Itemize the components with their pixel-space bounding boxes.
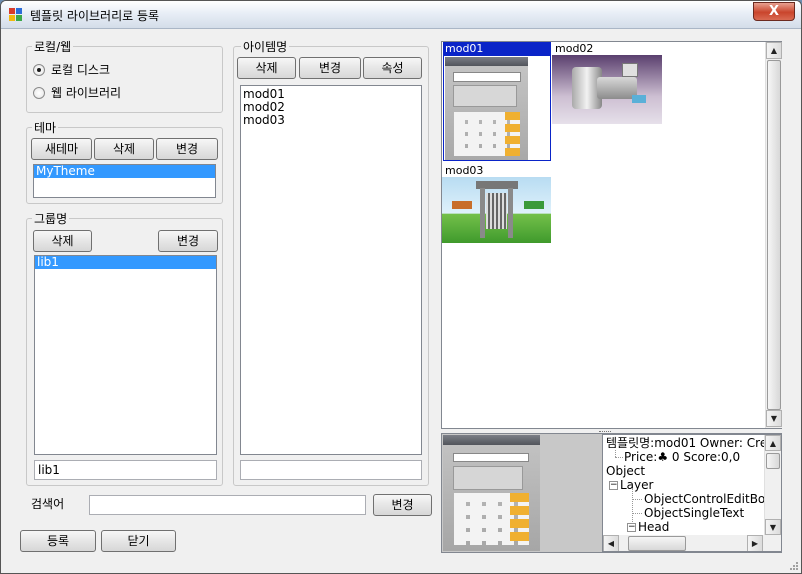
tree-scroll-up-button[interactable]: ▲ bbox=[765, 435, 781, 451]
calculator-thumbnail[interactable] bbox=[443, 55, 551, 161]
tree-node-singletext[interactable]: ObjectSingleText bbox=[644, 506, 744, 520]
thumbnail-caption[interactable]: mod01 bbox=[443, 42, 551, 55]
group-list[interactable]: lib1 bbox=[34, 255, 217, 455]
tree-connector bbox=[632, 513, 642, 514]
scroll-up-button[interactable]: ▲ bbox=[766, 42, 782, 59]
thumbnail-scrollbar[interactable]: ▲ ▼ bbox=[765, 42, 782, 428]
location-group-label: 로컬/웹 bbox=[32, 38, 74, 55]
tree-node-editbox[interactable]: ObjectControlEditBox bbox=[644, 492, 772, 506]
tree-node-head[interactable]: − Head bbox=[627, 520, 669, 534]
scroll-thumb[interactable] bbox=[767, 60, 781, 410]
change-theme-button[interactable]: 변경 bbox=[156, 138, 218, 160]
collapse-icon[interactable]: − bbox=[627, 523, 636, 532]
location-group bbox=[26, 46, 223, 113]
app-icon bbox=[9, 8, 23, 22]
theme-list-item[interactable]: MyTheme bbox=[34, 165, 215, 178]
tree-connector bbox=[632, 488, 633, 524]
new-theme-button[interactable]: 새테마 bbox=[31, 138, 92, 160]
close-icon: X bbox=[768, 4, 780, 19]
register-button[interactable]: 등록 bbox=[20, 530, 96, 552]
machinery-thumbnail[interactable] bbox=[552, 55, 662, 124]
item-list-entry[interactable]: mod03 bbox=[241, 114, 421, 127]
radio-web-library-indicator[interactable] bbox=[33, 86, 45, 99]
thumbnail-caption[interactable]: mod02 bbox=[553, 42, 661, 55]
template-name-line: 템플릿명:mod01 Owner: Cre bbox=[606, 436, 768, 450]
close-button[interactable]: 닫기 bbox=[101, 530, 176, 552]
title-bar: 템플릿 라이브러리로 등록 X bbox=[1, 1, 801, 29]
tree-node-layer-label: Layer bbox=[620, 478, 654, 492]
item-name-group-label: 아이템명 bbox=[241, 38, 290, 55]
tree-connector bbox=[615, 457, 623, 458]
delete-theme-button[interactable]: 삭제 bbox=[94, 138, 154, 160]
close-window-button[interactable]: X bbox=[753, 2, 795, 21]
theme-list[interactable]: MyTheme bbox=[33, 164, 216, 198]
search-change-button[interactable]: 변경 bbox=[373, 494, 432, 516]
tree-scroll-thumb[interactable] bbox=[766, 453, 780, 469]
calculator-preview bbox=[443, 435, 540, 551]
dialog-window: 템플릿 라이브러리로 등록 X 로컬/웹 로컬 디스크 웹 라이브러리 테마 새… bbox=[0, 0, 802, 574]
tree-connector bbox=[632, 499, 642, 500]
thumbnail-caption[interactable]: mod03 bbox=[443, 164, 551, 177]
tree-connector bbox=[615, 450, 616, 457]
tree-node-head-label: Head bbox=[638, 520, 670, 534]
price-score-line: Price:♣ 0 Score:0,0 bbox=[624, 450, 741, 464]
item-list[interactable]: mod01 mod02 mod03 bbox=[240, 85, 422, 455]
tree-hscroll-thumb[interactable] bbox=[628, 536, 686, 551]
radio-local-disk-indicator[interactable] bbox=[33, 63, 45, 76]
calculator-image bbox=[445, 57, 528, 160]
tree-scrollbar[interactable]: ▲ ▼ bbox=[764, 435, 781, 535]
tree-scroll-corner bbox=[764, 535, 781, 551]
change-item-button[interactable]: 변경 bbox=[299, 57, 361, 79]
search-input[interactable] bbox=[89, 495, 366, 515]
item-name-field[interactable] bbox=[240, 460, 422, 480]
template-info-tree[interactable]: 템플릿명:mod01 Owner: Cre Price:♣ 0 Score:0,… bbox=[602, 434, 782, 552]
tree-hscrollbar[interactable]: ◀ ▶ bbox=[603, 535, 764, 551]
collapse-icon[interactable]: − bbox=[609, 481, 618, 490]
change-group-button[interactable]: 변경 bbox=[158, 230, 218, 252]
preview-area: 템플릿명:mod01 Owner: Cre Price:♣ 0 Score:0,… bbox=[441, 433, 782, 553]
tree-node-object[interactable]: Object bbox=[606, 464, 645, 478]
window-title: 템플릿 라이브러리로 등록 bbox=[30, 9, 160, 23]
item-properties-button[interactable]: 속성 bbox=[363, 57, 422, 79]
radio-web-library[interactable]: 웹 라이브러리 bbox=[33, 84, 121, 101]
thumbnail-panel[interactable]: mod01 mod02 mod03 ▲ ▼ bbox=[441, 41, 782, 429]
radio-web-library-label: 웹 라이브러리 bbox=[51, 86, 122, 100]
group-name-group-label: 그룹명 bbox=[32, 210, 70, 227]
delete-item-button[interactable]: 삭제 bbox=[237, 57, 296, 79]
tree-scroll-left-button[interactable]: ◀ bbox=[603, 535, 619, 551]
search-label: 검색어 bbox=[31, 497, 65, 511]
gate-scene-thumbnail[interactable] bbox=[442, 177, 551, 243]
radio-local-disk[interactable]: 로컬 디스크 bbox=[33, 61, 110, 78]
resize-grip-icon[interactable] bbox=[787, 559, 799, 571]
tree-scroll-down-button[interactable]: ▼ bbox=[765, 519, 781, 535]
scroll-down-button[interactable]: ▼ bbox=[766, 410, 782, 427]
group-list-item[interactable]: lib1 bbox=[35, 256, 216, 269]
radio-local-disk-label: 로컬 디스크 bbox=[51, 63, 111, 77]
delete-group-button[interactable]: 삭제 bbox=[33, 230, 92, 252]
theme-group-label: 테마 bbox=[32, 119, 59, 136]
tree-scroll-right-button[interactable]: ▶ bbox=[747, 535, 763, 551]
group-name-field[interactable] bbox=[34, 460, 217, 480]
